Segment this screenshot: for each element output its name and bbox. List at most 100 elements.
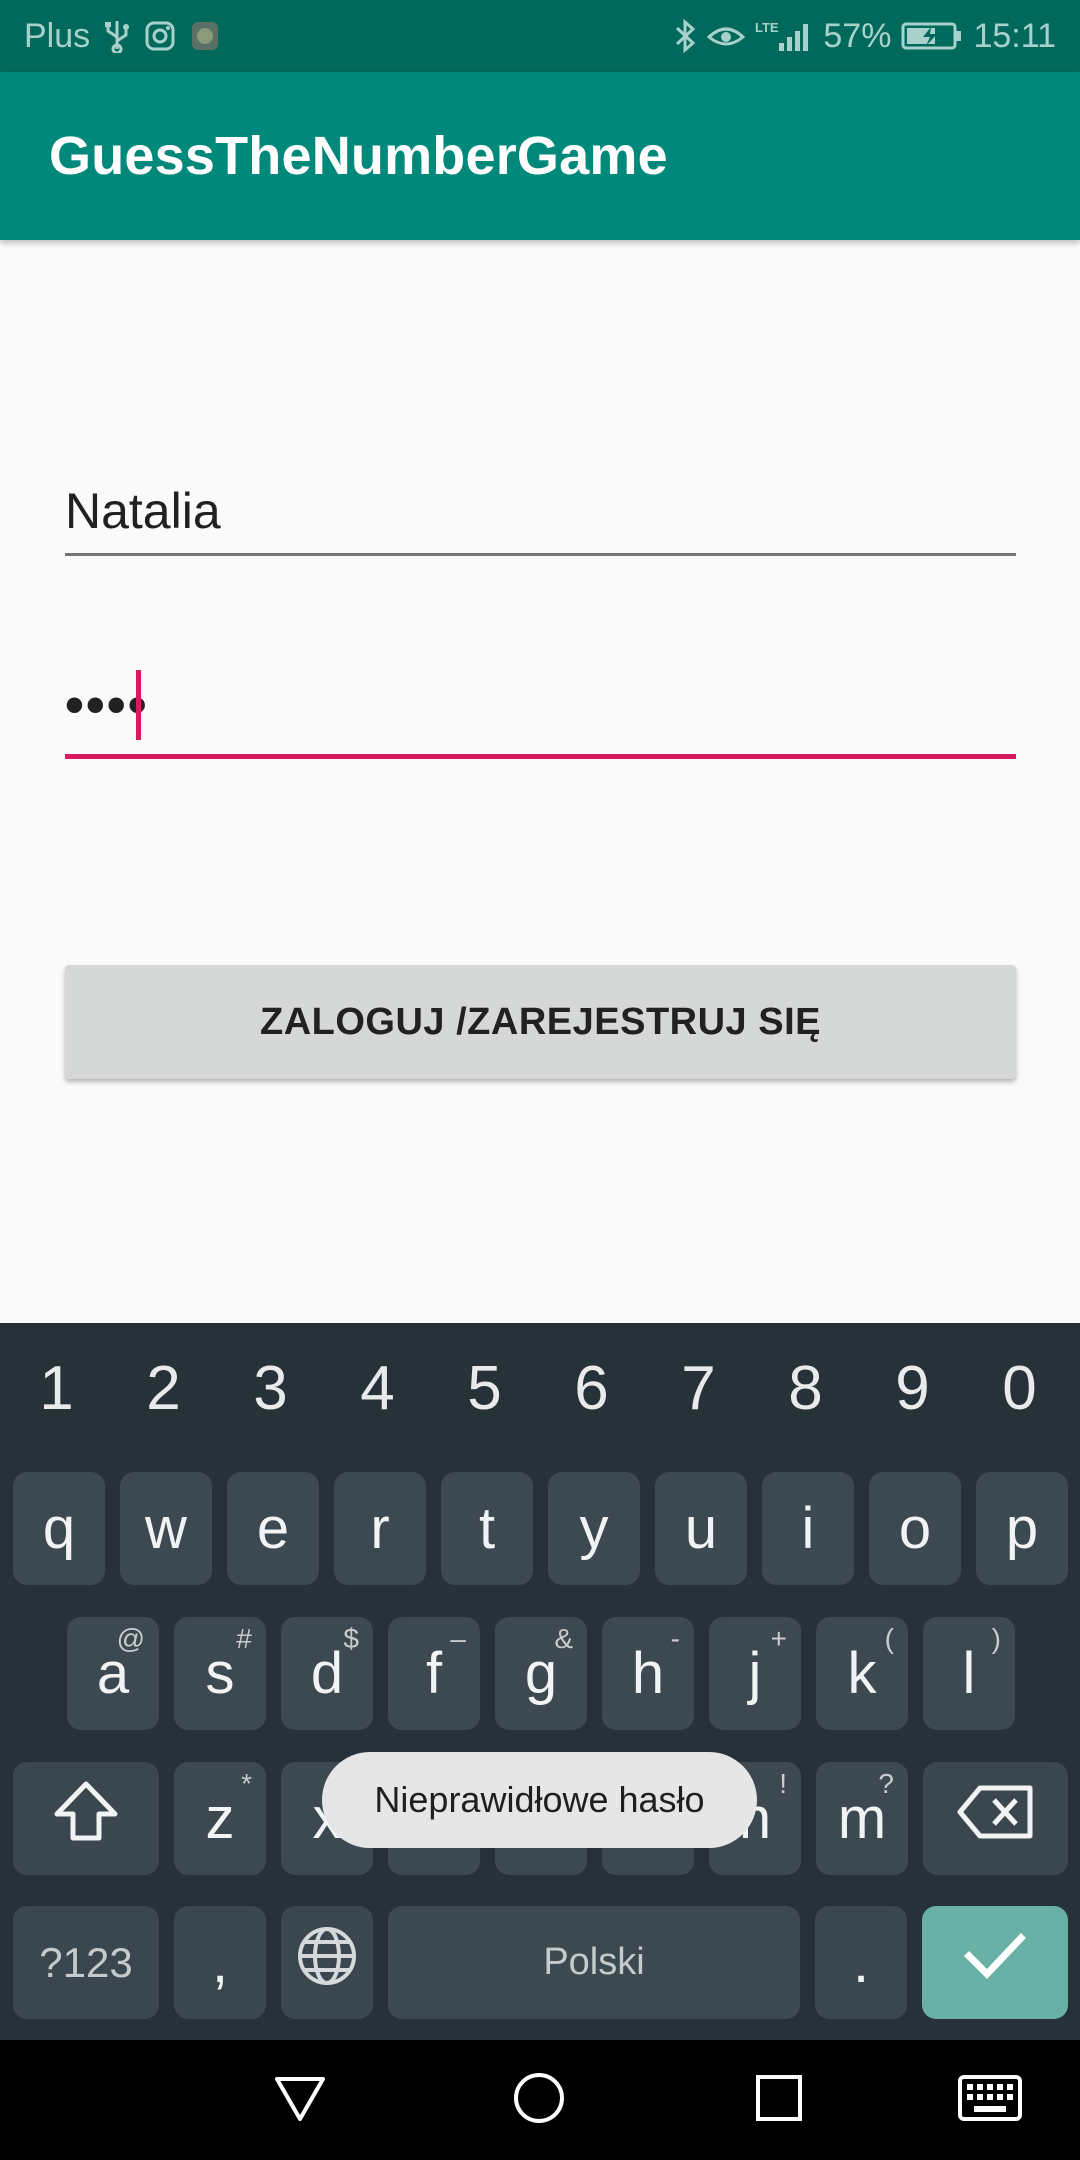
comma-key[interactable]: , <box>174 1906 266 2019</box>
key-hint: & <box>554 1623 573 1654</box>
key-1[interactable]: 1 <box>3 1353 110 1424</box>
carrier-label: Plus <box>24 16 91 55</box>
key-label: s <box>205 1641 235 1706</box>
key-hint: $ <box>343 1623 359 1654</box>
keyboard-number-row: 1 2 3 4 5 6 7 8 9 0 <box>0 1323 1080 1458</box>
status-bar-right: LTE 57% 15:11 <box>673 17 1056 56</box>
bluetooth-icon <box>673 19 697 53</box>
key-f[interactable]: f – <box>388 1617 480 1730</box>
key-p[interactable]: p <box>976 1472 1068 1585</box>
key-label: k <box>847 1641 877 1706</box>
space-key-label: Polski <box>543 1941 645 1983</box>
key-u[interactable]: u <box>655 1472 747 1585</box>
back-triangle-icon <box>273 2073 327 2128</box>
toast-message: Nieprawidłowe hasło <box>374 1779 705 1820</box>
key-o[interactable]: o <box>869 1472 961 1585</box>
shift-icon <box>51 1780 121 1858</box>
key-k[interactable]: k( <box>816 1617 908 1730</box>
text-cursor <box>136 670 141 740</box>
username-field[interactable]: Natalia <box>65 470 1016 558</box>
key-e[interactable]: e <box>227 1472 319 1585</box>
key-hint: – <box>450 1623 466 1654</box>
keyboard-icon <box>958 2074 1022 2126</box>
key-label: f <box>425 1641 443 1706</box>
username-underline <box>65 553 1016 556</box>
key-0[interactable]: 0 <box>966 1353 1073 1424</box>
lte-signal-icon: LTE <box>755 19 813 53</box>
key-label: j <box>748 1641 762 1706</box>
soft-keyboard: 1 2 3 4 5 6 7 8 9 0 q w e r t y u i o p … <box>0 1323 1080 2040</box>
key-hint: ( <box>884 1623 894 1654</box>
period-key[interactable]: . <box>815 1906 907 2019</box>
screen: Plus LTE 57% 15:11 GuessTheNumberGame Na… <box>0 0 1080 2160</box>
password-field[interactable]: •••• <box>65 660 1016 762</box>
key-label: h <box>631 1641 665 1706</box>
shift-key[interactable] <box>13 1762 159 1875</box>
done-key[interactable] <box>922 1906 1068 2019</box>
recents-button[interactable] <box>734 2060 824 2140</box>
key-hint: ! <box>779 1768 787 1799</box>
key-j[interactable]: j + <box>709 1617 801 1730</box>
home-button[interactable] <box>494 2060 584 2140</box>
key-h[interactable]: h- <box>602 1617 694 1730</box>
back-button[interactable] <box>255 2060 345 2140</box>
eye-comfort-icon <box>707 21 746 51</box>
backspace-icon <box>956 1782 1036 1856</box>
status-bar-left: Plus <box>24 17 220 56</box>
error-toast: Nieprawidłowe hasło <box>322 1752 757 1848</box>
key-l[interactable]: l) <box>923 1617 1015 1730</box>
navigation-bar <box>0 2040 1080 2160</box>
key-6[interactable]: 6 <box>538 1353 645 1424</box>
key-9[interactable]: 9 <box>859 1353 966 1424</box>
key-5[interactable]: 5 <box>431 1353 538 1424</box>
key-a[interactable]: a @ <box>67 1617 159 1730</box>
key-y[interactable]: y <box>548 1472 640 1585</box>
usb-icon <box>104 19 130 53</box>
key-8[interactable]: 8 <box>752 1353 859 1424</box>
symbols-key[interactable]: ?123 <box>13 1906 159 2019</box>
key-q[interactable]: q <box>13 1472 105 1585</box>
key-r[interactable]: r <box>334 1472 426 1585</box>
key-i[interactable]: i <box>762 1472 854 1585</box>
key-2[interactable]: 2 <box>110 1353 217 1424</box>
instagram-icon <box>144 20 176 52</box>
key-s[interactable]: s # <box>174 1617 266 1730</box>
username-value: Natalia <box>65 483 221 539</box>
login-register-button[interactable]: ZALOGUJ /ZAREJESTRUJ SIĘ <box>65 965 1016 1079</box>
key-m[interactable]: m? <box>816 1762 908 1875</box>
password-underline <box>65 754 1016 759</box>
key-3[interactable]: 3 <box>217 1353 324 1424</box>
key-label: z <box>205 1786 235 1851</box>
key-label: l <box>962 1641 976 1706</box>
app-title: GuessTheNumberGame <box>49 126 668 186</box>
svg-text:LTE: LTE <box>755 20 779 35</box>
key-hint: ? <box>878 1768 894 1799</box>
key-t[interactable]: t <box>441 1472 533 1585</box>
key-4[interactable]: 4 <box>324 1353 431 1424</box>
language-key[interactable] <box>281 1906 373 2019</box>
clock: 15:11 <box>973 16 1056 55</box>
key-label: g <box>524 1641 558 1706</box>
key-hint: @ <box>116 1623 145 1654</box>
status-bar: Plus LTE 57% 15:11 <box>0 0 1080 72</box>
key-z[interactable]: z * <box>174 1762 266 1875</box>
space-key[interactable]: Polski <box>388 1906 800 2019</box>
key-label: d <box>310 1641 344 1706</box>
recents-square-icon <box>755 2074 803 2127</box>
key-d[interactable]: d $ <box>281 1617 373 1730</box>
keyboard-switch-button[interactable] <box>945 2060 1035 2140</box>
key-hint: ) <box>991 1623 1001 1654</box>
key-hint: # <box>236 1623 252 1654</box>
checkmark-icon <box>963 1929 1027 1996</box>
backspace-key[interactable] <box>923 1762 1068 1875</box>
key-w[interactable]: w <box>120 1472 212 1585</box>
globe-icon <box>295 1924 359 2002</box>
battery-percent: 57% <box>823 16 892 55</box>
app-bar: GuessTheNumberGame <box>0 72 1080 240</box>
key-hint: * <box>241 1768 252 1799</box>
key-hint: - <box>670 1623 680 1654</box>
key-g[interactable]: g & <box>495 1617 587 1730</box>
home-circle-icon <box>511 2070 567 2131</box>
key-7[interactable]: 7 <box>645 1353 752 1424</box>
app-notification-icon <box>190 20 220 52</box>
